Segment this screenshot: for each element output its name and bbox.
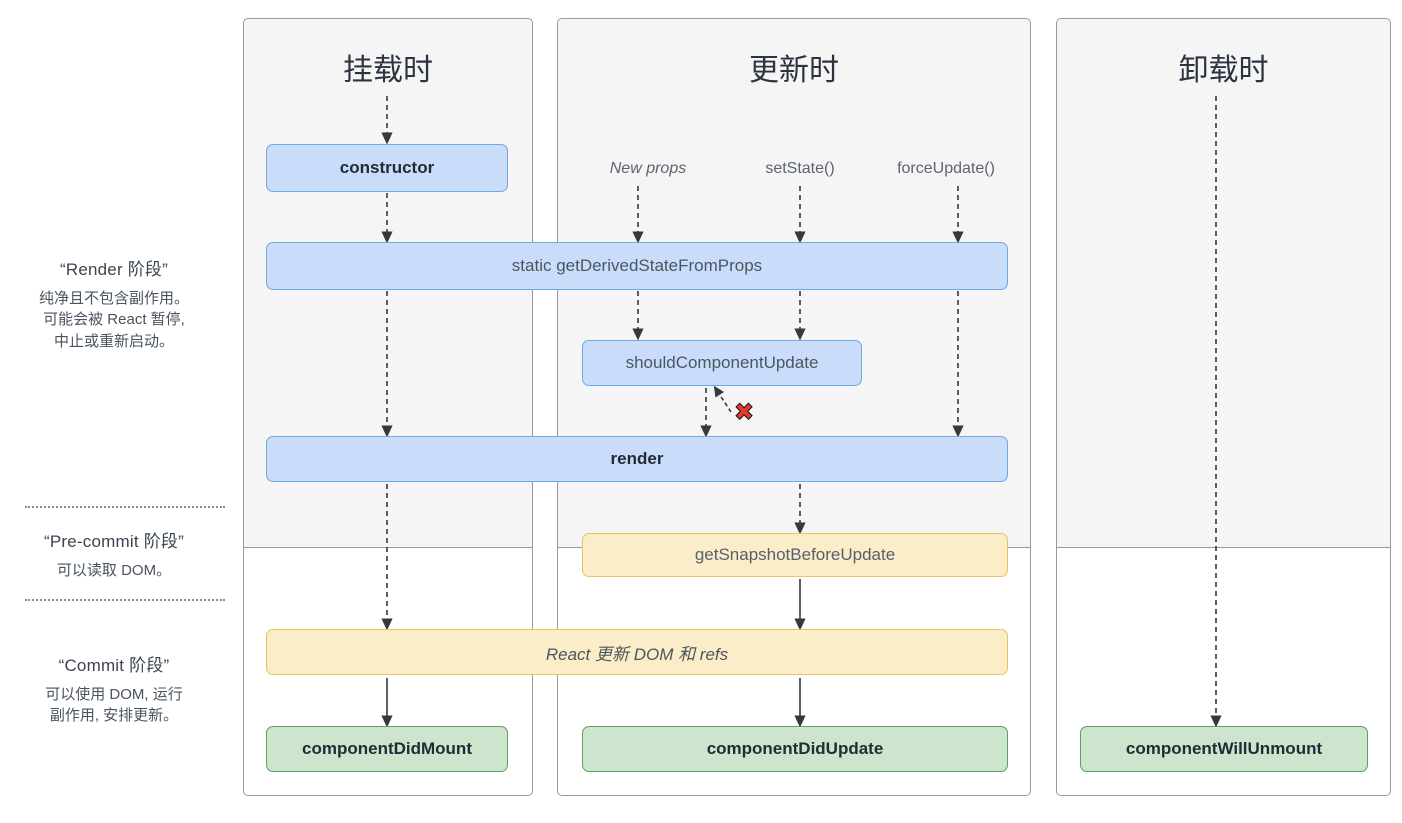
column-shade-unmounting (1057, 19, 1390, 548)
node-render[interactable]: render (266, 436, 1008, 482)
skip-update-x-icon: ✖ (733, 398, 755, 426)
node-get-derived-state-from-props[interactable]: static getDerivedStateFromProps (266, 242, 1008, 290)
node-component-did-mount[interactable]: componentDidMount (266, 726, 508, 772)
phase-legend-precommit-body: 可以读取 DOM。 (0, 560, 228, 582)
node-constructor[interactable]: constructor (266, 144, 508, 192)
phase-legend-precommit-line-1: 可以读取 DOM。 (56, 561, 172, 579)
phase-legend-precommit: “Pre-commit 阶段” 可以读取 DOM。 (0, 530, 228, 581)
column-title-updating: 更新时 (749, 54, 839, 87)
phase-legend-precommit-title: “Pre-commit 阶段” (44, 532, 184, 551)
trigger-label-set-state: setState() (765, 160, 835, 177)
column-title-unmounting: 卸载时 (1178, 54, 1269, 87)
trigger-label-new-props: New props (609, 160, 687, 177)
trigger-label-force-update: forceUpdate() (897, 160, 995, 177)
phase-legend-commit: “Commit 阶段” 可以使用 DOM, 运行 副作用, 安排更新。 (0, 654, 228, 727)
column-title-mounting: 挂载时 (343, 54, 433, 87)
phase-legend-render-line-3: 中止或重新启动。 (53, 333, 174, 351)
phase-legend-render-line-2: 可能会被 React 暂停, (43, 311, 185, 329)
node-get-snapshot-before-update[interactable]: getSnapshotBeforeUpdate (582, 533, 1008, 577)
phase-legend-commit-body: 可以使用 DOM, 运行 副作用, 安排更新。 (0, 684, 228, 728)
phase-legend-commit-title: “Commit 阶段” (58, 656, 170, 675)
phase-legend-render: “Render 阶段” 纯净且不包含副作用。 可能会被 React 暂停, 中止… (0, 258, 228, 353)
phase-legend-render-line-1: 纯净且不包含副作用。 (38, 289, 189, 307)
phase-divider-top (25, 506, 225, 508)
node-should-component-update[interactable]: shouldComponentUpdate (582, 340, 862, 386)
diagram-canvas: 挂载时 更新时 卸载时 “Render 阶段” 纯净且不包含副作用。 可能会被 … (0, 0, 1402, 823)
phase-legend-commit-line-1: 可以使用 DOM, 运行 (45, 685, 183, 703)
phase-legend-commit-line-2: 副作用, 安排更新。 (49, 707, 179, 725)
node-component-will-unmount[interactable]: componentWillUnmount (1080, 726, 1368, 772)
phase-legend-render-body: 纯净且不包含副作用。 可能会被 React 暂停, 中止或重新启动。 (0, 288, 228, 353)
phase-divider-bottom (25, 599, 225, 601)
node-component-did-update[interactable]: componentDidUpdate (582, 726, 1008, 772)
phase-legend-render-title: “Render 阶段” (59, 260, 168, 279)
node-react-updates-dom[interactable]: React 更新 DOM 和 refs (266, 629, 1008, 675)
